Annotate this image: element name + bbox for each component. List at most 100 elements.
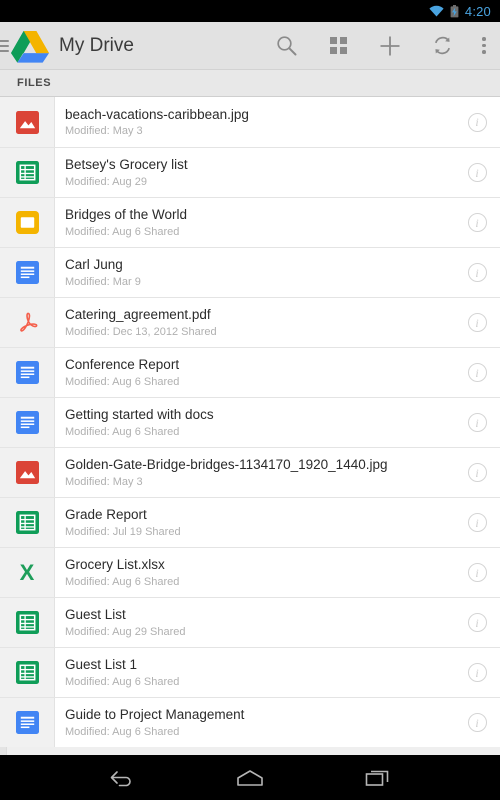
android-screen: 4:20 My Drive FILES beach-vacations-cari… [0,0,500,800]
file-list-item[interactable]: beach-vacations-caribbean.jpg Modified: M… [0,97,500,147]
add-button[interactable] [364,22,416,70]
file-name: Catering_agreement.pdf [65,307,211,323]
search-button[interactable] [260,22,312,70]
file-list-item[interactable]: Bridges of the World Modified: Aug 6 Shar… [0,197,500,247]
google-sheets-icon [15,161,39,184]
info-icon: i [467,313,487,332]
google-slides-icon [15,211,39,234]
info-icon: i [467,513,487,532]
file-info-button[interactable]: i [454,348,500,397]
nav-recents-button[interactable] [355,755,401,800]
file-text-cell: Grade Report Modified: Jul 19 Shared [55,498,454,547]
file-type-icon-cell [0,198,55,247]
file-list-item[interactable]: Guide to Project Management Modified: Aug… [0,697,500,747]
file-type-icon-cell [0,248,55,297]
file-name: Carl Jung [65,257,123,273]
file-list-item[interactable]: Betsey's Grocery list Modified: Aug 29 i [0,147,500,197]
file-text-cell: Bridges of the World Modified: Aug 6 Shar… [55,198,454,247]
file-name: Conference Report [65,357,180,373]
status-bar-clock: 4:20 [464,3,491,19]
search-icon [276,36,296,56]
file-info-button[interactable]: i [454,148,500,197]
file-info-button[interactable]: i [454,198,500,247]
file-list-item[interactable]: Grade Report Modified: Jul 19 Shared i [0,497,500,547]
file-text-cell: Catering_agreement.pdf Modified: Dec 13, … [55,298,454,347]
file-text-cell: Golden-Gate-Bridge-bridges-1134170_1920_… [55,448,454,497]
nav-home-button[interactable] [227,755,273,800]
file-meta: Modified: Aug 6 Shared [65,225,180,238]
file-meta: Modified: Aug 6 Shared [65,675,180,688]
file-info-button[interactable]: i [454,598,500,647]
info-icon: i [467,663,487,682]
google-sheets-icon [15,661,39,684]
file-type-icon-cell [0,298,55,347]
sync-button[interactable] [416,22,468,70]
file-info-button[interactable]: i [454,498,500,547]
google-docs-icon [15,711,39,734]
file-info-button[interactable]: i [454,448,500,497]
more-vertical-icon [482,37,486,54]
file-type-icon-cell: X [0,548,55,597]
file-type-icon-cell [0,148,55,197]
file-type-icon-cell [0,448,55,497]
file-meta: Modified: Aug 6 Shared [65,575,180,588]
file-name: beach-vacations-caribbean.jpg [65,106,249,122]
file-list-item[interactable]: Carl Jung Modified: Mar 9 i [0,247,500,297]
google-sheets-icon [15,511,39,534]
file-name: Golden-Gate-Bridge-bridges-1134170_1920_… [65,457,388,473]
wifi-icon [429,5,444,17]
hamburger-menu-icon[interactable] [0,39,9,52]
excel-file-icon: X [19,559,35,585]
file-text-cell: Guest List Modified: Aug 29 Shared [55,598,454,647]
page-title: My Drive [59,34,134,56]
file-list-item[interactable]: Golden-Gate-Bridge-bridges-1134170_1920_… [0,447,500,497]
file-name: Bridges of the World [65,207,188,223]
file-list-item[interactable]: Guest List Modified: Aug 29 Shared i [0,597,500,647]
info-icon: i [467,213,487,232]
file-text-cell: Betsey's Grocery list Modified: Aug 29 [55,148,454,197]
google-docs-icon [15,261,39,284]
file-text-cell: Carl Jung Modified: Mar 9 [55,248,454,297]
recent-apps-icon [365,770,389,786]
pdf-file-icon [19,312,37,332]
tab-files[interactable]: FILES [17,77,51,89]
file-meta: Modified: May 3 [65,475,143,488]
file-list-item[interactable]: Guest List 1 Modified: Aug 6 Shared i [0,647,500,697]
action-bar: My Drive [0,22,500,70]
info-icon: i [467,613,487,632]
file-list-item[interactable]: Getting started with docs Modified: Aug 6… [0,397,500,447]
file-meta: Modified: Aug 6 Shared [65,725,180,738]
file-list[interactable]: beach-vacations-caribbean.jpg Modified: M… [0,97,500,755]
file-name: Grade Report [65,507,147,523]
info-icon: i [467,263,487,282]
file-info-button[interactable]: i [454,248,500,297]
file-type-icon-cell [0,348,55,397]
file-info-button[interactable]: i [454,398,500,447]
file-info-button[interactable]: i [454,648,500,697]
nav-back-button[interactable] [99,755,145,800]
file-meta: Modified: Mar 9 [65,275,141,288]
file-name: Guest List [65,607,126,623]
google-drive-logo [11,30,49,63]
file-meta: Modified: Dec 13, 2012 Shared [65,325,217,338]
file-text-cell: beach-vacations-caribbean.jpg Modified: M… [55,97,454,147]
file-meta: Modified: Aug 6 Shared [65,425,180,438]
file-info-button[interactable]: i [454,548,500,597]
overflow-menu-button[interactable] [468,22,500,70]
file-name: Betsey's Grocery list [65,157,188,173]
file-text-cell: Guest List 1 Modified: Aug 6 Shared [55,648,454,697]
info-icon: i [467,413,487,432]
file-info-button[interactable]: i [454,298,500,347]
google-docs-icon [15,411,39,434]
file-name: Grocery List.xlsx [65,557,165,573]
file-info-button[interactable]: i [454,97,500,147]
file-list-item[interactable]: Catering_agreement.pdf Modified: Dec 13, … [0,297,500,347]
file-type-icon-cell [0,698,55,747]
status-bar: 4:20 [0,0,500,22]
file-list-item[interactable]: X Grocery List.xlsx Modified: Aug 6 Shared… [0,547,500,597]
file-list-item[interactable]: Conference Report Modified: Aug 6 Shared i [0,347,500,397]
info-icon: i [467,363,487,382]
action-bar-actions [260,22,500,69]
file-info-button[interactable]: i [454,698,500,747]
grid-view-button[interactable] [312,22,364,70]
